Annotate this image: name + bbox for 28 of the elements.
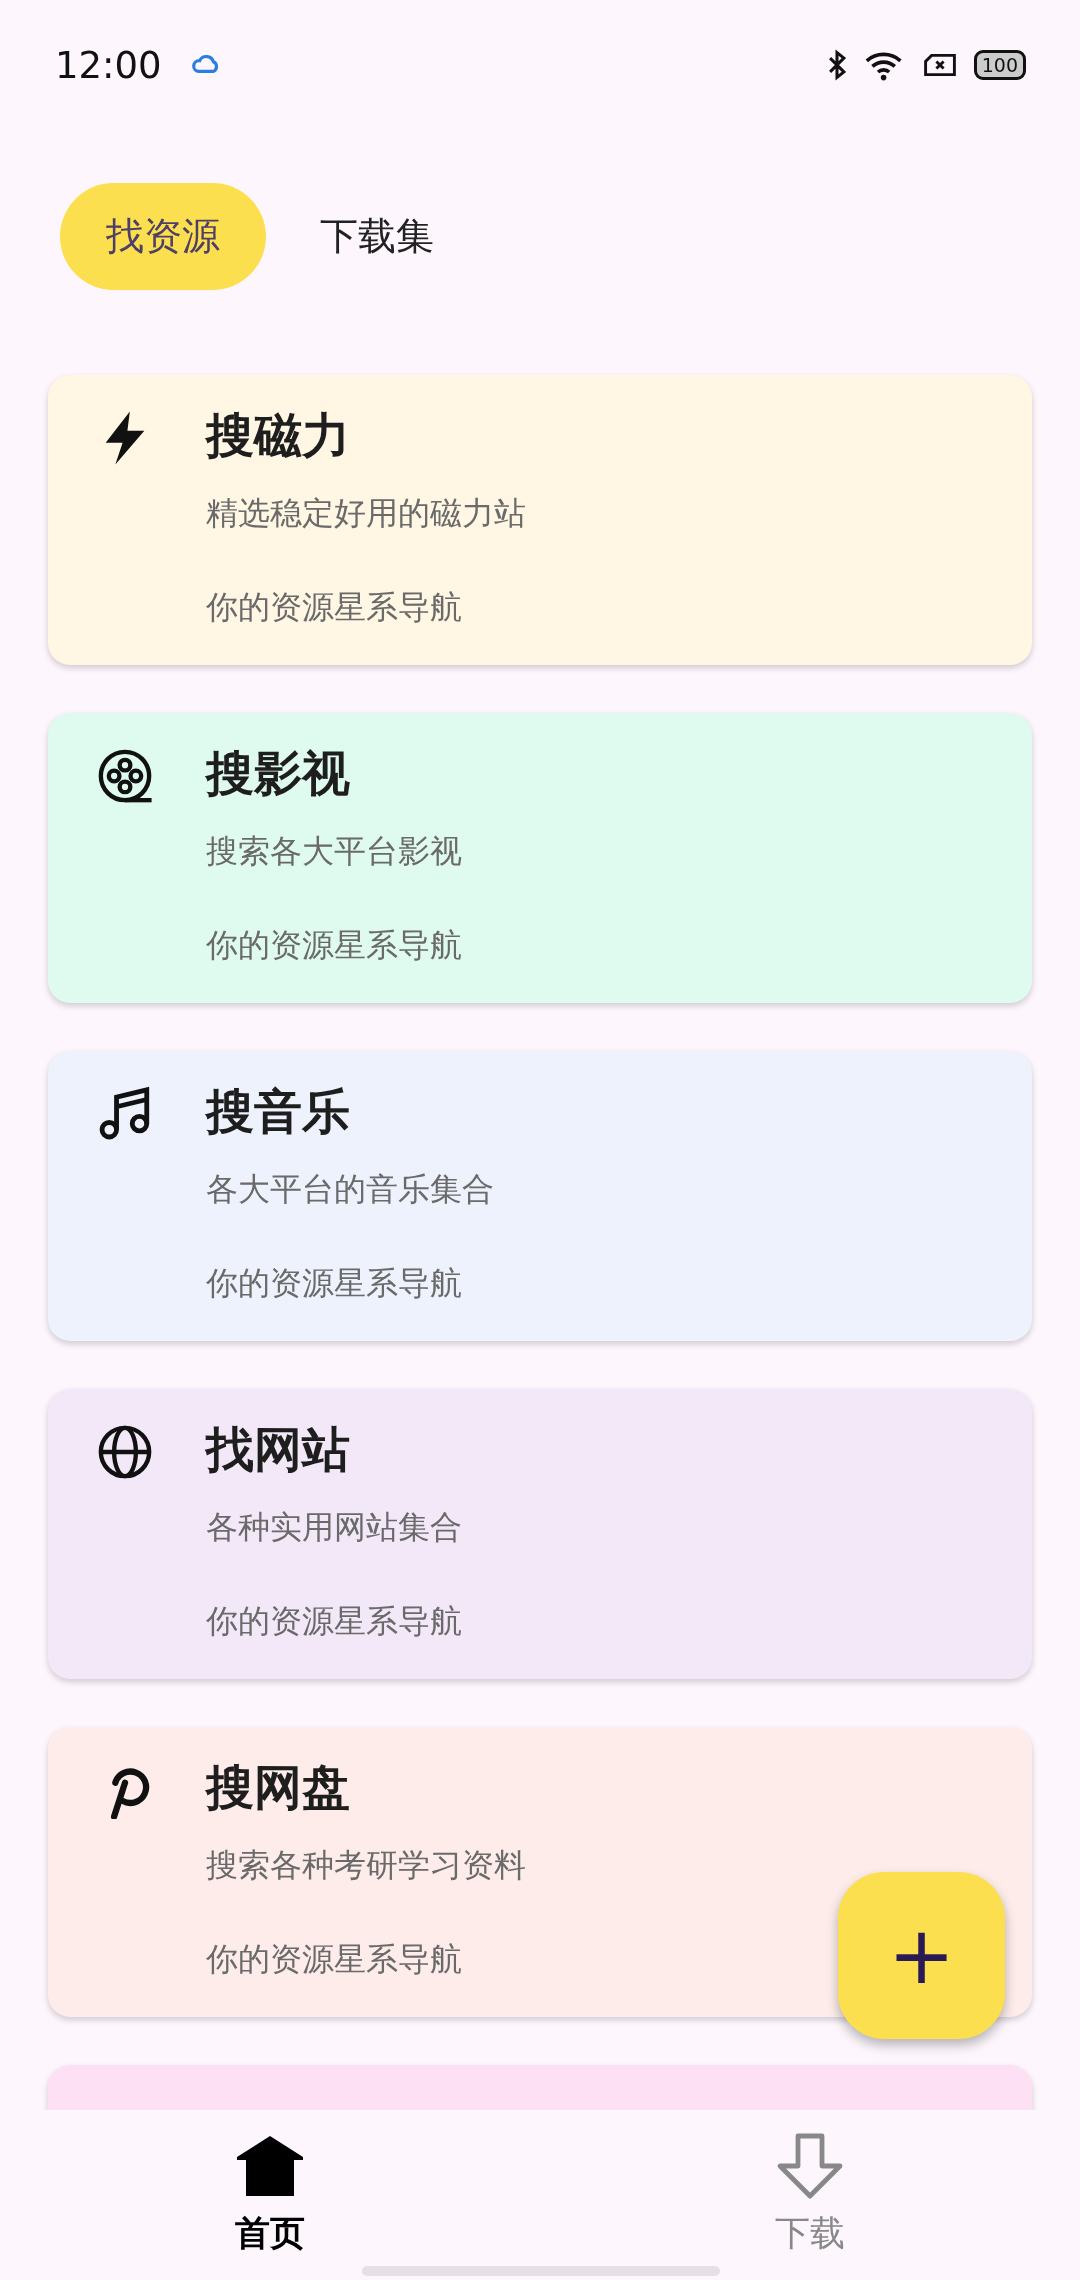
- card-caption: 你的资源星系导航: [206, 587, 463, 628]
- resource-card[interactable]: 搜音乐 各大平台的音乐集合 你的资源星系导航: [48, 1051, 1032, 1341]
- globe-icon: [96, 1423, 154, 1481]
- card-subtitle: 精选稳定好用的磁力站: [206, 493, 526, 534]
- card-subtitle: 搜索各种考研学习资料: [206, 1845, 526, 1886]
- status-time: 12:00: [55, 43, 162, 87]
- film-reel-icon: [96, 747, 154, 805]
- resource-card[interactable]: 搜影视 搜索各大平台影视 你的资源星系导航: [48, 713, 1032, 1003]
- card-caption: 你的资源星系导航: [206, 1939, 463, 1980]
- add-button[interactable]: +: [838, 1872, 1005, 2039]
- card-subtitle: 各种实用网站集合: [206, 1507, 462, 1548]
- card-subtitle: 各大平台的音乐集合: [206, 1169, 494, 1210]
- home-indicator[interactable]: [362, 2266, 720, 2276]
- card-caption: 你的资源星系导航: [206, 1601, 462, 1642]
- battery-indicator: 100: [973, 50, 1026, 80]
- card-caption: 你的资源星系导航: [206, 925, 462, 966]
- resource-card[interactable]: 搜磁力 精选稳定好用的磁力站 你的资源星系导航: [48, 375, 1032, 665]
- card-title: 搜磁力: [206, 406, 351, 465]
- card-title: 搜影视: [206, 744, 351, 803]
- card-caption: 你的资源星系导航: [206, 1263, 463, 1304]
- tab[interactable]: 下载集: [274, 183, 480, 290]
- tab[interactable]: 找资源: [60, 183, 266, 290]
- nav-item[interactable]: 首页: [0, 2110, 540, 2280]
- card-subtitle: 搜索各大平台影视: [206, 831, 462, 872]
- card-title: 搜网盘: [206, 1758, 351, 1817]
- card-title: 搜音乐: [206, 1082, 351, 1141]
- card-title: 找网站: [206, 1420, 351, 1479]
- resource-card[interactable]: 找网站 各种实用网站集合 你的资源星系导航: [48, 1389, 1032, 1679]
